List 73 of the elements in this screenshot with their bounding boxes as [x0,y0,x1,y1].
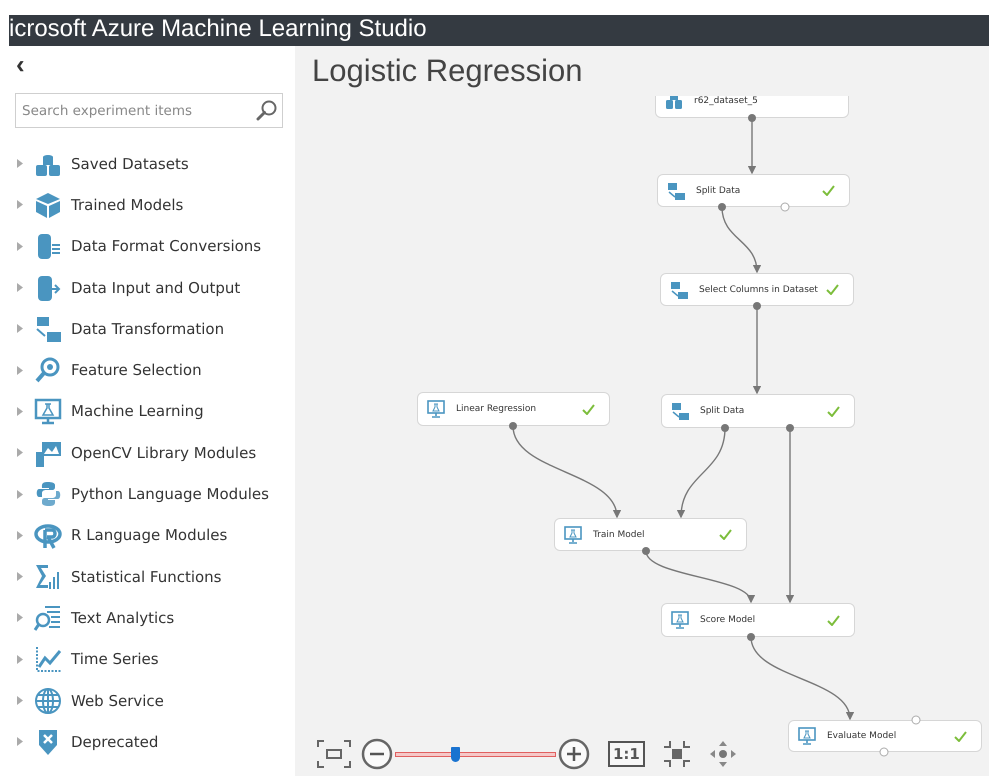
module-icon [427,400,445,418]
category-item[interactable]: Python Language Modules [15,473,295,515]
category-item[interactable]: Trained Models [15,184,295,226]
module-node[interactable]: Evaluate Model [788,720,982,752]
expand-caret-icon [17,159,23,168]
category-item[interactable]: Deprecated [15,721,295,762]
output-port[interactable] [786,424,794,432]
category-item[interactable]: Time Series [15,638,295,680]
expand-caret-icon [17,406,23,416]
module-node[interactable]: Select Columns in Dataset [660,273,854,306]
zoom-out-button[interactable] [361,738,393,770]
search-field[interactable]: Search experiment items [15,93,283,128]
module-icon [671,402,689,420]
expand-caret-icon [17,242,23,251]
module-icon [564,526,582,544]
category-icon [33,396,63,426]
experiment-title: Logistic Regression [312,52,583,90]
category-item[interactable]: Data Input and Output [15,266,295,308]
category-item[interactable]: Statistical Functions [15,556,295,598]
output-port[interactable] [718,203,726,211]
empty-port[interactable] [880,748,888,756]
expand-caret-icon [17,696,23,705]
output-port[interactable] [747,633,755,641]
category-item[interactable]: Saved Datasets [15,143,295,184]
module-icon [665,96,683,110]
category-item[interactable]: Feature Selection [15,349,295,391]
category-item[interactable]: OpenCV Library Modules [15,432,295,474]
output-port[interactable] [721,424,729,432]
output-port[interactable] [748,114,756,122]
module-icon [670,280,688,298]
output-port[interactable] [753,302,761,310]
zoom-slider[interactable] [395,746,556,762]
module-icon [667,182,685,200]
category-item[interactable]: R Language Modules [15,514,295,556]
collapse-button[interactable]: ‹ [16,54,30,74]
actual-size-button[interactable]: 1:1 [608,741,645,767]
module-node[interactable]: Split Data [661,394,855,428]
empty-port[interactable] [912,716,920,724]
expand-caret-icon [17,324,23,334]
module-icon [798,727,816,745]
category-item[interactable]: Text Analytics [15,597,295,639]
expand-caret-icon [17,572,23,582]
expand-caret-icon [17,530,23,540]
slider-thumb[interactable] [450,746,460,762]
app-title: icrosoft Azure Machine Learning Studio [9,15,427,43]
center-button[interactable] [662,740,691,768]
search-icon [256,99,278,121]
module-node[interactable]: Train Model [554,518,747,551]
expand-caret-icon [17,366,23,375]
empty-port[interactable] [780,202,790,212]
expand-caret-icon [17,490,23,499]
zoom-in-button[interactable] [558,738,590,770]
category-item[interactable]: Data Format Conversions [15,226,295,267]
module-node[interactable]: r62_dataset_5 [655,96,849,118]
expand-caret-icon [17,448,23,458]
module-icon [671,611,689,629]
module-node[interactable]: Split Data [657,174,850,207]
expand-caret-icon [17,613,23,622]
category-item[interactable]: Machine Learning [15,390,295,432]
output-port[interactable] [642,547,650,555]
output-port[interactable] [509,422,517,430]
fit-screen-button[interactable] [317,740,351,768]
expand-caret-icon [17,283,23,292]
category-icon [33,686,63,716]
category-icon [33,644,63,674]
expand-caret-icon [17,200,23,210]
module-node[interactable]: Linear Regression [417,392,610,426]
category-item[interactable]: Web Service [15,680,295,722]
pan-button[interactable] [708,740,737,768]
expand-caret-icon [17,737,23,746]
expand-caret-icon [17,654,23,664]
module-node[interactable]: Score Model [661,603,855,637]
category-item[interactable]: Data Transformation [15,308,295,350]
